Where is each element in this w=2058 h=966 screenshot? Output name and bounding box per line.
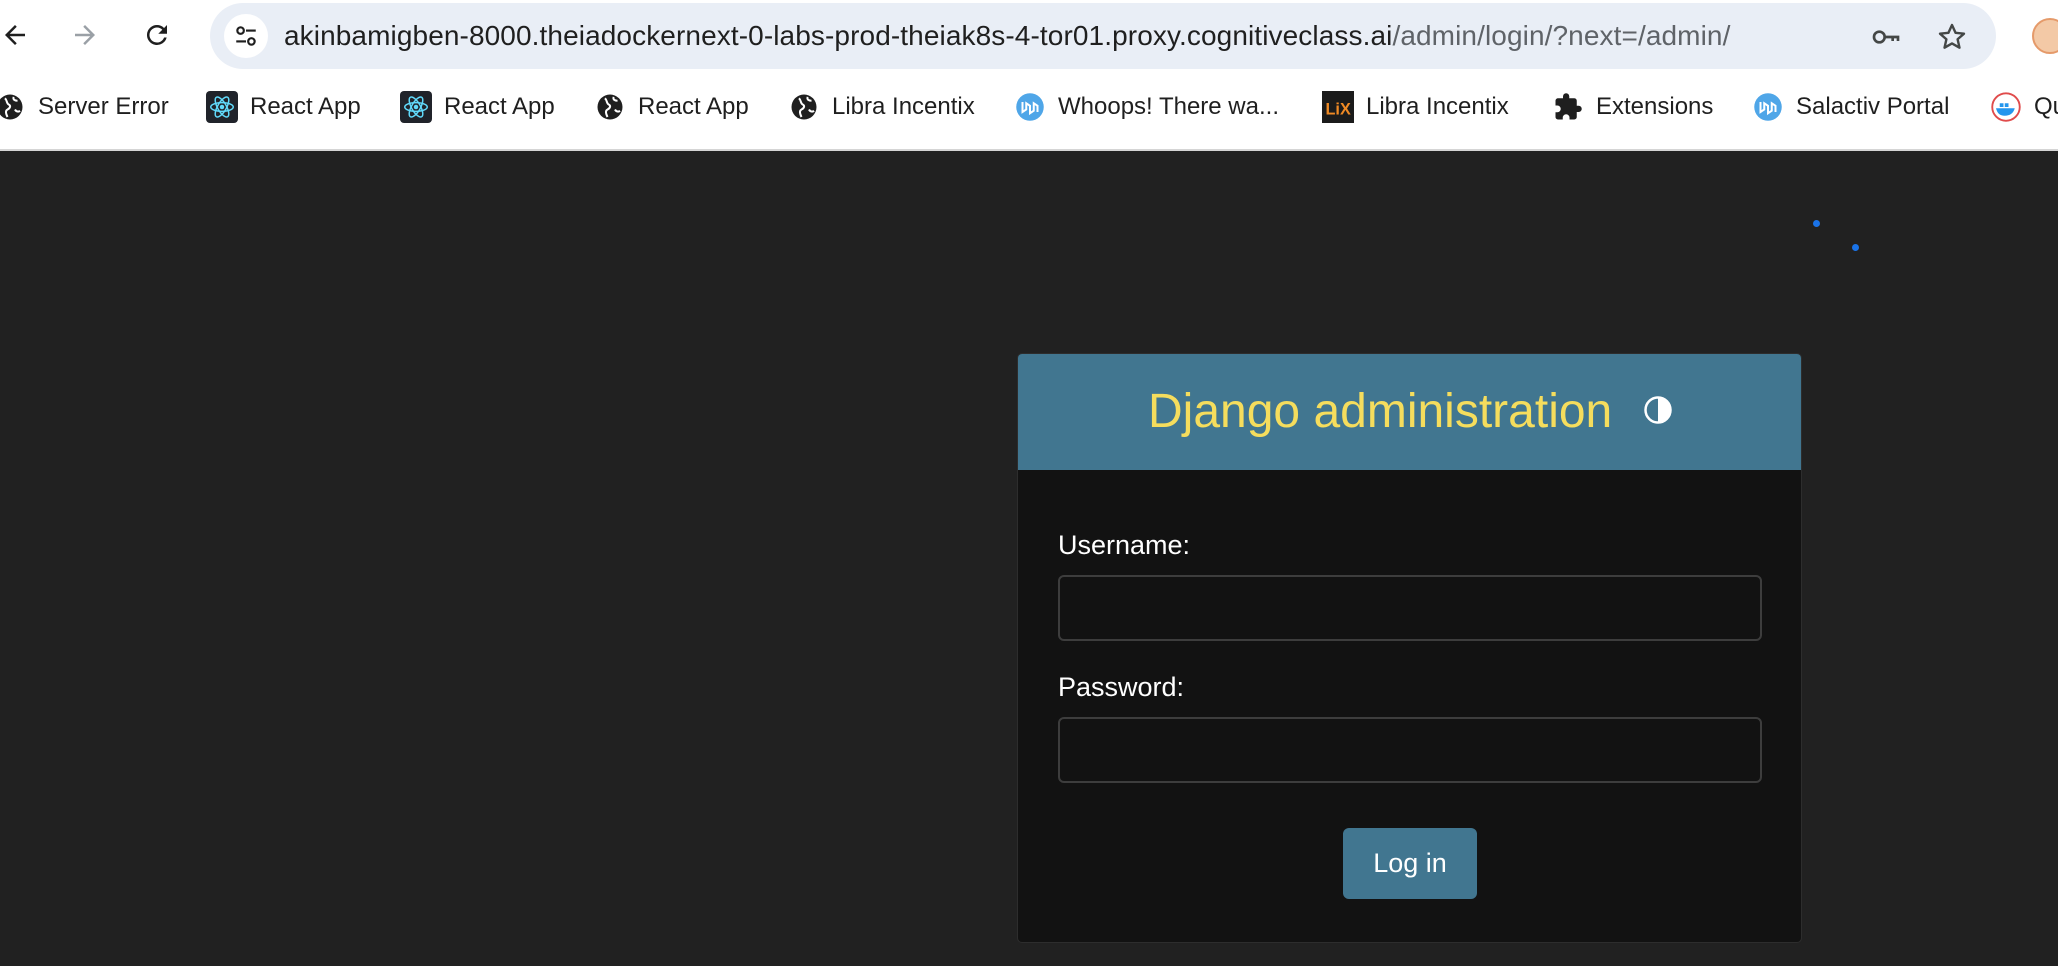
username-label: Username: (1058, 530, 1191, 560)
forward-arrow-icon (75, 25, 95, 45)
password-label: Password: (1058, 672, 1185, 702)
login-panel: Django administration Username: Password… (1017, 353, 1802, 943)
reload-button[interactable] (136, 14, 178, 56)
bookmark-label: Extensions (1596, 93, 1714, 120)
loading-dot (1852, 244, 1859, 251)
back-button[interactable] (0, 14, 36, 56)
puzzle-icon (1552, 91, 1584, 123)
bookmark-item[interactable]: Extensions (1552, 87, 1713, 127)
forward-button[interactable] (64, 14, 106, 56)
bookmark-label: Libra Incentix (832, 93, 975, 120)
globe-icon (594, 91, 626, 123)
password-key-button[interactable] (1868, 19, 1904, 55)
login-button[interactable]: Log in (1343, 828, 1477, 899)
bookmark-label: Server Error (38, 93, 169, 120)
bookmark-label: Whoops! There wa... (1058, 93, 1279, 120)
bookmark-item[interactable]: React App (400, 87, 555, 127)
bookmarks-bar: Server Error React App React App React A… (0, 72, 2058, 151)
bookmark-star-button[interactable] (1934, 19, 1970, 55)
bookmark-item[interactable]: Server Error (0, 87, 169, 127)
star-icon (1938, 23, 1966, 49)
login-header: Django administration (1018, 354, 1801, 470)
site-info-button[interactable] (224, 14, 268, 58)
bookmark-item[interactable]: React App (594, 87, 749, 127)
bookmark-item[interactable]: Salactiv Portal (1752, 87, 1949, 127)
globe-icon (0, 91, 26, 123)
contrast-icon (1644, 396, 1672, 424)
bookmark-item[interactable]: Libra Incentix (788, 87, 975, 127)
reload-icon (146, 24, 167, 45)
url-text[interactable]: akinbamigben-8000.theiadockernext-0-labs… (284, 3, 1730, 69)
profile-avatar[interactable] (2032, 18, 2058, 54)
browser-toolbar: akinbamigben-8000.theiadockernext-0-labs… (0, 0, 2058, 72)
globe-icon (788, 91, 820, 123)
bookmark-label: React App (250, 93, 361, 120)
bookmark-item[interactable]: Qu (1990, 87, 2058, 127)
bookmark-label: Qu (2034, 93, 2058, 120)
url-host: akinbamigben-8000.theiadockernext-0-labs… (284, 20, 1393, 51)
bookmark-label: Libra Incentix (1366, 93, 1509, 120)
bookmark-item[interactable]: LiX Libra Incentix (1322, 87, 1509, 127)
url-path: /admin/login/?next=/admin/ (1392, 20, 1731, 51)
bookmark-item[interactable]: React App (206, 87, 361, 127)
address-bar[interactable]: akinbamigben-8000.theiadockernext-0-labs… (210, 3, 1996, 69)
bookmark-label: Salactiv Portal (1796, 93, 1950, 120)
lix-icon: LiX (1322, 91, 1354, 123)
loading-dot (1813, 220, 1820, 227)
bookmark-label: React App (638, 93, 749, 120)
bookmark-item[interactable]: Whoops! There wa... (1014, 87, 1279, 127)
bookmark-label: React App (444, 93, 555, 120)
laravel-icon (1014, 91, 1046, 123)
react-icon (400, 91, 432, 123)
username-input[interactable] (1058, 575, 1762, 641)
tune-icon (236, 26, 256, 46)
site-title: Django administration (1148, 385, 1613, 438)
laravel-icon (1752, 91, 1784, 123)
svg-text:LiX: LiX (1326, 101, 1351, 119)
key-icon (1872, 30, 1900, 44)
theme-toggle-button[interactable] (1642, 394, 1674, 426)
back-arrow-icon (5, 25, 25, 45)
react-icon (206, 91, 238, 123)
docker-icon (1990, 91, 2022, 123)
password-input[interactable] (1058, 717, 1762, 783)
page-content: Django administration Username: Password… (0, 152, 2058, 966)
